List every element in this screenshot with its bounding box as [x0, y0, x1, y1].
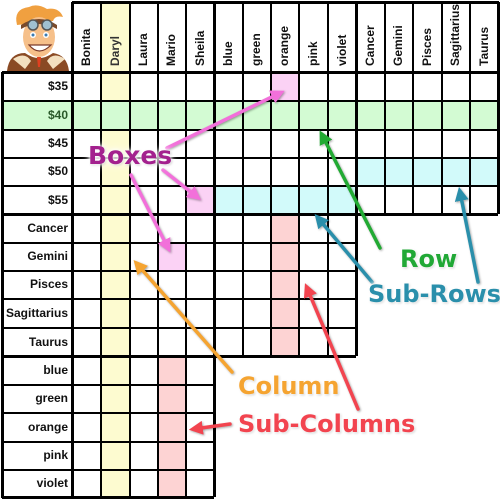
column-header-blue: blue: [221, 41, 235, 66]
pilot-character-icon: [7, 5, 69, 71]
sub-column-highlight: [157, 356, 185, 497]
sub-row-highlight: [356, 157, 498, 185]
column-header-taurus: Taurus: [476, 26, 491, 66]
grid-line: [270, 2, 272, 356]
grid-line-thick: [71, 2, 74, 497]
column-header-violet: violet: [334, 34, 349, 66]
column-callout: Column: [238, 372, 340, 400]
box-highlight: [157, 242, 185, 270]
grid-line-thick: [2, 496, 214, 499]
grid-line-thick: [2, 213, 498, 216]
sub-column-highlight: [270, 214, 298, 356]
grid-line: [2, 298, 356, 300]
sub-row-highlight: [214, 185, 356, 214]
column-header-sagittarius: Sagittarius: [448, 3, 462, 66]
grid-line: [2, 157, 498, 159]
grid-line: [242, 2, 244, 356]
grid-line: [384, 2, 386, 214]
grid-line-thick: [2, 71, 498, 74]
grid-line: [2, 100, 498, 102]
column-header-sheila: Sheila: [192, 30, 207, 66]
grid-line-thick: [355, 2, 358, 356]
box-highlight: [185, 185, 214, 214]
grid-border: [1, 72, 4, 498]
column-header-daryl: Daryl: [107, 35, 122, 66]
column-header-pisces: Pisces: [419, 27, 434, 66]
row-header-price-50: $50: [47, 164, 68, 178]
row-header-orange: orange: [27, 419, 68, 434]
row-header-price-40: $40: [47, 107, 68, 122]
row-highlight: [2, 100, 498, 129]
grid-border: [72, 1, 499, 4]
row-header-pisces: Pisces: [29, 277, 68, 291]
row-header-price-55: $55: [47, 192, 68, 207]
row-header-price-45: $45: [47, 136, 68, 150]
grid-line: [2, 327, 356, 329]
row-header-sagittarius: Sagittarius: [5, 305, 68, 320]
column-header-cancer: Cancer: [363, 25, 377, 66]
row-header-taurus: Taurus: [28, 334, 68, 349]
row-header-blue: blue: [43, 363, 68, 377]
grid-line-thick: [2, 355, 356, 358]
grid-line: [327, 2, 329, 356]
row-header-pink: pink: [43, 448, 68, 462]
row-header-price-35: $35: [47, 79, 68, 93]
grid-line: [2, 270, 356, 272]
grid-line: [469, 2, 471, 214]
sub-rows-callout: Sub-Rows: [368, 280, 500, 308]
row-header-violet: violet: [36, 476, 68, 490]
grid-line: [129, 2, 131, 497]
grid-line: [2, 469, 214, 471]
row-header-green: green: [35, 391, 68, 405]
grid-line: [157, 2, 159, 497]
avatar: [3, 3, 70, 71]
grid-line: [2, 242, 356, 244]
column-highlight: [100, 2, 129, 497]
grid-line: [2, 185, 498, 187]
sub-columns-arrow: [188, 420, 232, 435]
grid-line: [298, 2, 300, 356]
column-header-green: green: [249, 33, 263, 66]
grid-line-thick: [213, 2, 216, 497]
grid-line: [441, 2, 443, 214]
boxes-callout: Boxes: [88, 141, 173, 170]
column-header-laura: Laura: [136, 33, 150, 66]
grid-line: [2, 412, 214, 414]
box-highlight: [270, 72, 298, 100]
column-header-pink: pink: [305, 41, 320, 66]
grid-line: [2, 129, 498, 131]
grid-line: [185, 2, 187, 497]
column-header-orange: orange: [277, 25, 291, 66]
sub-columns-callout: Sub-Columns: [238, 410, 416, 438]
grid-line: [2, 384, 214, 386]
column-header-gemini: Gemini: [391, 25, 405, 66]
row-callout: Row: [400, 245, 458, 273]
grid-line: [412, 2, 414, 214]
logic-puzzle-grid-diagram: Bonita Daryl Laura Mario Sheila blue green oran…: [0, 0, 500, 500]
column-header-mario: Mario: [164, 33, 178, 66]
row-header-cancer: Cancer: [27, 221, 68, 235]
row-header-gemini: Gemini: [27, 249, 68, 263]
column-header-bonita: Bonita: [79, 28, 93, 66]
grid-line: [100, 2, 102, 497]
grid-line: [2, 441, 214, 443]
